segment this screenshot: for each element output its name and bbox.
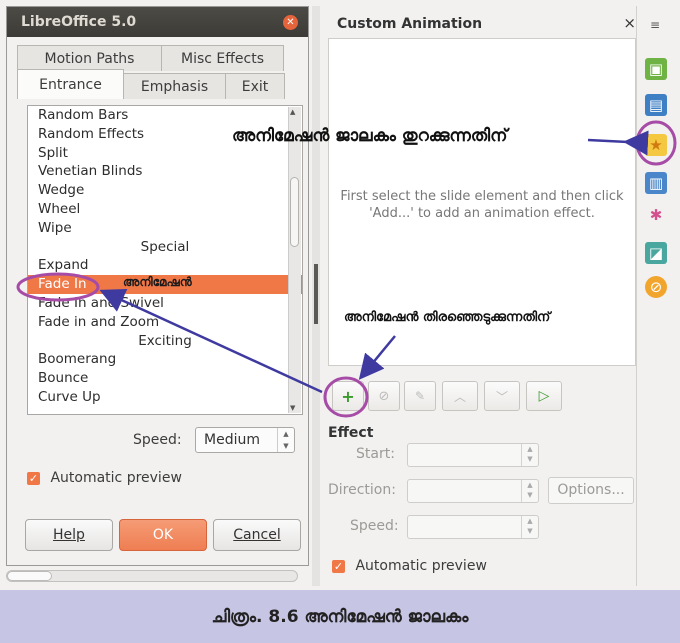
annotation-selected-effect: അനിമേഷൻ xyxy=(123,275,192,289)
direction-select[interactable]: ▲ ▼ xyxy=(407,479,539,503)
list-item[interactable]: Wedge xyxy=(28,181,302,200)
panel-close-icon[interactable]: × xyxy=(623,14,636,32)
move-down-button[interactable]: ﹀ xyxy=(484,381,520,411)
edit-icon: ✎ xyxy=(414,389,426,403)
effects-list[interactable]: Random Bars Random Effects Split Venetia… xyxy=(27,105,303,415)
tab-exit[interactable]: Exit xyxy=(225,73,285,99)
list-item[interactable]: Split xyxy=(28,144,302,163)
list-item[interactable]: Bounce xyxy=(28,369,302,388)
list-item[interactable]: Wipe xyxy=(28,219,302,238)
panel-speed-label: Speed: xyxy=(350,518,399,534)
help-button[interactable]: Help xyxy=(25,519,113,551)
ok-button[interactable]: OK xyxy=(119,519,207,551)
start-label: Start: xyxy=(356,446,395,462)
spin-arrows-icon: ▲ ▼ xyxy=(521,516,538,538)
speed-label: Speed: xyxy=(133,432,182,448)
list-item[interactable]: Curve Up xyxy=(28,388,302,407)
spin-arrows-icon: ▲ ▼ xyxy=(521,480,538,502)
category-header: Exciting xyxy=(138,332,192,349)
slide-transition-icon[interactable]: ▤ xyxy=(645,94,667,116)
start-select[interactable]: ▲ ▼ xyxy=(407,443,539,467)
panel-speed-select[interactable]: ▲ ▼ xyxy=(407,515,539,539)
remove-icon: ⊘ xyxy=(378,388,390,404)
figure-caption: ചിത്രം. 8.6 അനിമേഷൻ ജാലകം xyxy=(0,590,680,643)
custom-animation-panel: Custom Animation × First select the slid… xyxy=(322,6,642,586)
panel-splitter[interactable] xyxy=(312,6,320,586)
cancel-button[interactable]: Cancel xyxy=(213,519,301,551)
chevron-down-icon: ﹀ xyxy=(495,389,508,404)
auto-preview-label: Automatic preview xyxy=(50,470,182,486)
checkbox-checked-icon[interactable]: ✓ xyxy=(332,559,345,573)
tab-motion-paths[interactable]: Motion Paths xyxy=(17,45,162,71)
panel-title: Custom Animation xyxy=(337,16,483,32)
tabs-row-bottom: Entrance Emphasis Exit xyxy=(17,69,285,99)
navigator-icon[interactable]: ⊘ xyxy=(645,276,667,298)
tab-emphasis[interactable]: Emphasis xyxy=(123,73,226,99)
list-item[interactable]: Wheel xyxy=(28,200,302,219)
edit-effect-button[interactable]: ✎ xyxy=(404,381,436,411)
chevron-up-icon: ︿ xyxy=(453,389,466,404)
checkbox-checked-icon[interactable]: ✓ xyxy=(27,471,40,485)
category-header: Special xyxy=(140,238,190,255)
direction-label: Direction: xyxy=(328,482,396,498)
scroll-down-icon[interactable]: ▼ xyxy=(290,404,295,412)
panel-auto-preview-row[interactable]: ✓ Automatic preview xyxy=(332,558,487,574)
styles-icon[interactable]: ✱ xyxy=(645,204,667,226)
remove-effect-button[interactable]: ⊘ xyxy=(368,381,400,411)
play-button[interactable]: ▷ xyxy=(526,381,562,411)
spin-arrows-icon[interactable]: ▲ ▼ xyxy=(277,428,294,452)
plus-icon: + xyxy=(341,386,355,406)
list-item[interactable]: Fade In and Swivel xyxy=(28,294,302,313)
speed-select[interactable]: Medium ▲ ▼ xyxy=(195,427,295,453)
dialog-titlebar: LibreOffice 5.0 ✕ xyxy=(7,7,308,37)
tab-entrance[interactable]: Entrance xyxy=(17,69,124,99)
panel-auto-preview-label: Automatic preview xyxy=(355,558,487,574)
spin-arrows-icon: ▲ ▼ xyxy=(521,444,538,466)
dialog-title: LibreOffice 5.0 xyxy=(21,14,137,30)
auto-preview-row[interactable]: ✓ Automatic preview xyxy=(27,470,182,486)
scroll-thumb[interactable] xyxy=(290,177,299,247)
splitter-grip[interactable] xyxy=(314,264,318,324)
list-item[interactable]: Random Bars xyxy=(28,106,302,125)
horizontal-scrollbar[interactable] xyxy=(6,570,298,582)
screenshot-frame: LibreOffice 5.0 ✕ Motion Paths Misc Effe… xyxy=(0,0,680,590)
custom-animation-icon[interactable]: ★ xyxy=(645,134,667,156)
tabs-row-top: Motion Paths Misc Effects xyxy=(17,45,284,71)
play-icon: ▷ xyxy=(538,388,550,404)
hint-text: First select the slide element and then … xyxy=(340,189,624,221)
move-up-button[interactable]: ︿ xyxy=(442,381,478,411)
hscroll-thumb[interactable] xyxy=(7,571,52,581)
list-item[interactable]: Expand xyxy=(28,256,302,275)
master-slides-icon[interactable]: ▥ xyxy=(645,172,667,194)
properties-icon[interactable]: ▣ xyxy=(645,58,667,80)
gallery-icon[interactable]: ◪ xyxy=(645,242,667,264)
list-scrollbar[interactable]: ▲ ▼ xyxy=(288,107,301,413)
options-button[interactable]: Options... xyxy=(548,477,634,504)
close-icon[interactable]: ✕ xyxy=(283,15,298,30)
list-item[interactable]: Boomerang xyxy=(28,350,302,369)
annotation-open-window: അനിമേഷൻ ജാലകം തുറക്കുന്നതിന് xyxy=(232,126,508,146)
sidebar-deck: ≡ ▣ ▤ ★ ▥ ✱ ◪ ⊘ xyxy=(636,6,677,586)
speed-value: Medium xyxy=(204,432,260,448)
tab-misc-effects[interactable]: Misc Effects xyxy=(161,45,284,71)
menu-icon[interactable]: ≡ xyxy=(650,18,660,32)
list-item[interactable]: Fade in and Zoom xyxy=(28,313,302,332)
add-effect-button[interactable]: + xyxy=(332,381,364,411)
annotation-select-animation: അനിമേഷൻ തിരഞ്ഞെടുക്കുന്നതിന് xyxy=(344,310,551,325)
scroll-up-icon[interactable]: ▲ xyxy=(290,108,295,116)
effect-heading: Effect xyxy=(328,425,374,441)
list-item[interactable]: Venetian Blinds xyxy=(28,162,302,181)
